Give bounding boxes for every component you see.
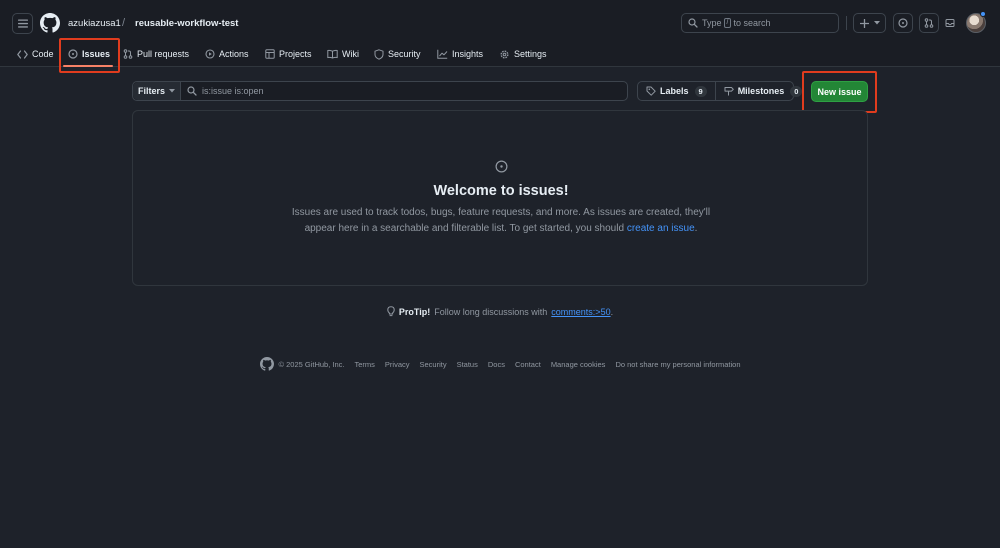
code-icon [17,50,28,59]
search-suffix: to search [733,18,770,28]
search-icon [187,86,197,96]
tab-security[interactable]: Security [374,47,421,61]
blankslate-description: Issues are used to track todos, bugs, fe… [283,205,719,236]
tab-pull-requests-label: Pull requests [137,49,189,59]
tab-security-label: Security [388,49,421,59]
issues-blankslate: Welcome to issues! Issues are used to tr… [132,110,868,286]
tab-projects-label: Projects [279,49,312,59]
tab-insights[interactable]: Insights [437,47,483,61]
tab-actions-label: Actions [219,49,249,59]
tab-wiki-label: Wiki [342,49,359,59]
notification-indicator [980,11,986,17]
tab-settings-label: Settings [514,49,547,59]
global-search[interactable]: Type / to search [681,13,839,33]
milestones-count: 0 [790,86,802,97]
table-icon [265,49,275,59]
milestones-label: Milestones [738,86,785,96]
filters-dropdown-button[interactable]: Filters [133,82,181,100]
graph-icon [437,49,448,59]
tag-icon [646,86,656,96]
labels-label: Labels [660,86,689,96]
footer-link-status[interactable]: Status [457,360,478,369]
footer-link-contact[interactable]: Contact [515,360,541,369]
annotation-highlight-issues-tab [59,38,120,73]
inbox-icon [945,18,955,28]
gear-icon [499,49,510,60]
blankslate-title: Welcome to issues! [133,183,869,199]
inbox-button[interactable] [940,13,960,33]
milestones-button[interactable]: Milestones 0 [715,82,811,100]
issue-opened-icon [898,18,908,28]
labels-button[interactable]: Labels 9 [638,82,715,100]
git-pull-request-icon [123,49,133,59]
tab-insights-label: Insights [452,49,483,59]
light-bulb-icon [387,306,395,317]
protip-end: . [611,307,614,317]
tab-settings[interactable]: Settings [499,47,547,61]
filter-bar: Filters [132,81,628,101]
tab-projects[interactable]: Projects [265,47,312,61]
search-shortcut-key: / [724,18,732,28]
search-prefix: Type [702,18,722,28]
footer-link-manage-cookies[interactable]: Manage cookies [551,360,606,369]
create-issue-link[interactable]: create an issue [627,223,695,234]
copyright-text: © 2025 GitHub, Inc. [279,360,345,369]
protip-label: ProTip! [399,307,430,317]
header-divider [846,16,847,30]
footer-link-docs[interactable]: Docs [488,360,505,369]
tab-pull-requests[interactable]: Pull requests [123,47,189,61]
breadcrumb-repo[interactable]: reusable-workflow-test [135,18,238,29]
tab-wiki[interactable]: Wiki [327,47,359,61]
menu-button[interactable] [12,13,33,34]
app-header: azukiazusa1 / reusable-workflow-test Typ… [0,0,1000,67]
shield-icon [374,49,384,60]
footer-link-privacy[interactable]: Privacy [385,360,410,369]
pull-requests-shortcut-button[interactable] [919,13,939,33]
footer-copyright: © 2025 GitHub, Inc. [260,357,345,371]
create-new-button[interactable] [853,13,886,33]
filter-input[interactable] [202,86,602,96]
top-bar: azukiazusa1 / reusable-workflow-test Typ… [0,0,1000,44]
chevron-down-icon [169,89,175,93]
git-pull-request-icon [924,18,934,28]
chevron-down-icon [874,21,880,25]
tab-actions[interactable]: Actions [205,47,249,61]
issue-opened-icon [495,160,508,173]
filter-search-field[interactable] [181,82,627,100]
protip-text: Follow long discussions with [434,307,547,317]
footer-link-do-not-share[interactable]: Do not share my personal information [615,360,740,369]
protip: ProTip! Follow long discussions with com… [0,306,1000,317]
labels-milestones-group: Labels 9 Milestones 0 [637,81,794,101]
plus-icon [860,19,869,28]
play-icon [205,49,215,59]
labels-count: 9 [695,86,707,97]
repo-nav: Code Issues Pull requests Act [0,44,1000,67]
tab-code[interactable]: Code [17,47,54,61]
tab-code-label: Code [32,49,54,59]
site-footer: © 2025 GitHub, Inc. Terms Privacy Securi… [0,357,1000,371]
annotation-highlight-new-issue [802,71,877,113]
hamburger-icon [18,19,28,28]
breadcrumb-owner[interactable]: azukiazusa1 [68,18,121,29]
search-icon [688,18,698,28]
protip-link[interactable]: comments:>50 [551,307,610,317]
footer-link-terms[interactable]: Terms [354,360,374,369]
blankslate-text-end: . [695,223,698,234]
filters-label: Filters [138,86,165,96]
github-logo-icon[interactable] [40,13,60,33]
footer-link-security[interactable]: Security [420,360,447,369]
book-icon [327,49,338,59]
milestone-icon [724,86,734,96]
github-logo-icon[interactable] [260,357,274,371]
breadcrumb-separator: / [122,17,125,29]
issues-shortcut-button[interactable] [893,13,913,33]
